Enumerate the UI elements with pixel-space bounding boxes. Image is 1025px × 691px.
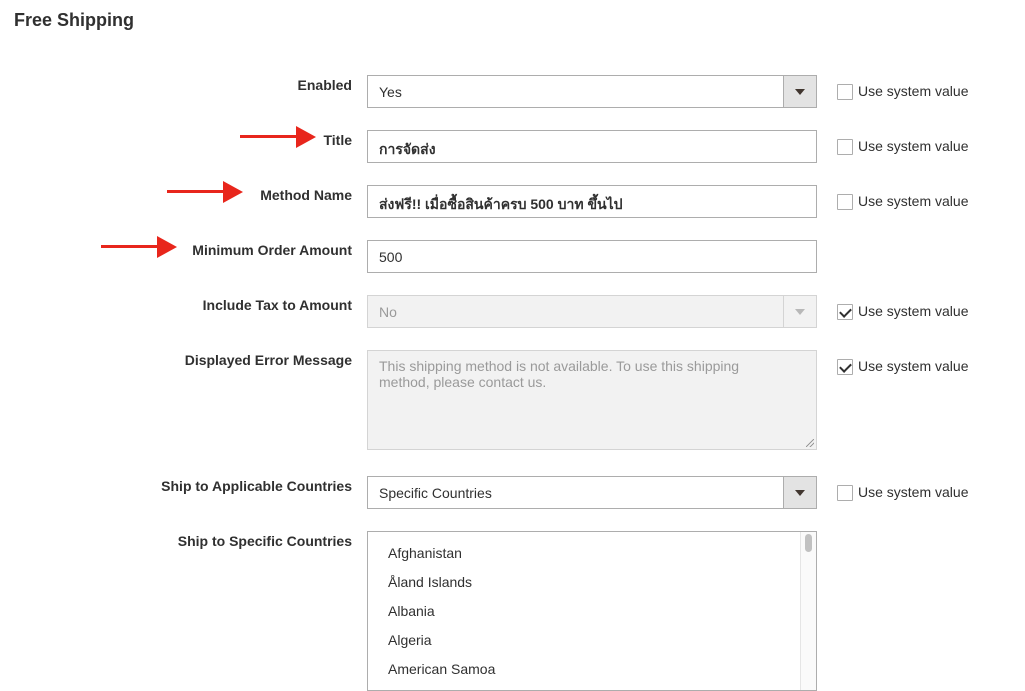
include-tax-use-system-checkbox[interactable] (837, 304, 853, 320)
red-arrow-icon (240, 126, 316, 148)
method-name-label: Method Name (260, 187, 352, 203)
specific-countries-listbox[interactable]: Afghanistan Åland Islands Albania Algeri… (367, 531, 817, 691)
list-item[interactable]: Afghanistan (388, 545, 462, 561)
use-system-label: Use system value (858, 83, 969, 99)
red-arrow-icon (167, 181, 243, 203)
resize-handle-icon[interactable] (806, 439, 814, 447)
enabled-select-toggle[interactable] (783, 76, 816, 107)
enabled-select[interactable]: Yes (367, 75, 817, 108)
list-item[interactable]: Albania (388, 603, 435, 619)
title-input[interactable]: การจัดส่ง (367, 130, 817, 163)
specific-countries-label: Ship to Specific Countries (177, 533, 352, 549)
method-name-input[interactable]: ส่งฟรี!! เมื่อซื้อสินค้าครบ 500 บาท ขึ้น… (367, 185, 817, 218)
section-title: Free Shipping (14, 10, 135, 30)
applicable-countries-select-toggle[interactable] (783, 477, 816, 508)
applicable-countries-use-system-checkbox[interactable] (837, 485, 853, 501)
chevron-down-icon (795, 309, 805, 315)
red-arrow-icon (101, 236, 177, 258)
enabled-label: Enabled (297, 77, 352, 93)
method-name-input-value: ส่งฟรี!! เมื่อซื้อสินค้าครบ 500 บาท ขึ้น… (379, 196, 623, 212)
title-use-system-checkbox[interactable] (837, 139, 853, 155)
list-item[interactable]: Algeria (388, 632, 432, 648)
error-message-textarea[interactable]: This shipping method is not available. T… (367, 350, 817, 450)
listbox-scrollbar[interactable] (800, 532, 816, 690)
enabled-select-value: Yes (379, 84, 402, 100)
use-system-label: Use system value (858, 358, 969, 374)
chevron-down-icon (795, 490, 805, 496)
include-tax-select-toggle[interactable] (783, 296, 816, 327)
use-system-label: Use system value (858, 484, 969, 500)
list-item[interactable]: Åland Islands (388, 574, 472, 590)
title-input-value: การจัดส่ง (379, 141, 436, 157)
enabled-use-system-checkbox[interactable] (837, 84, 853, 100)
include-tax-select[interactable]: No (367, 295, 817, 328)
scrollbar-thumb[interactable] (805, 534, 812, 552)
use-system-label: Use system value (858, 193, 969, 209)
error-message-label: Displayed Error Message (184, 352, 352, 368)
min-order-input[interactable]: 500 (367, 240, 817, 273)
min-order-input-value: 500 (379, 249, 403, 265)
include-tax-label: Include Tax to Amount (202, 297, 352, 313)
applicable-countries-label: Ship to Applicable Countries (161, 478, 352, 494)
error-message-textarea-value: This shipping method is not available. T… (379, 358, 740, 390)
applicable-countries-select[interactable]: Specific Countries (367, 476, 817, 509)
use-system-label: Use system value (858, 303, 969, 319)
title-label: Title (323, 132, 352, 148)
include-tax-select-value: No (379, 304, 397, 320)
chevron-down-icon (795, 89, 805, 95)
use-system-label: Use system value (858, 138, 969, 154)
applicable-countries-select-value: Specific Countries (379, 485, 492, 501)
min-order-label: Minimum Order Amount (192, 242, 352, 258)
method-name-use-system-checkbox[interactable] (837, 194, 853, 210)
list-item[interactable]: American Samoa (388, 661, 495, 677)
error-message-use-system-checkbox[interactable] (837, 359, 853, 375)
